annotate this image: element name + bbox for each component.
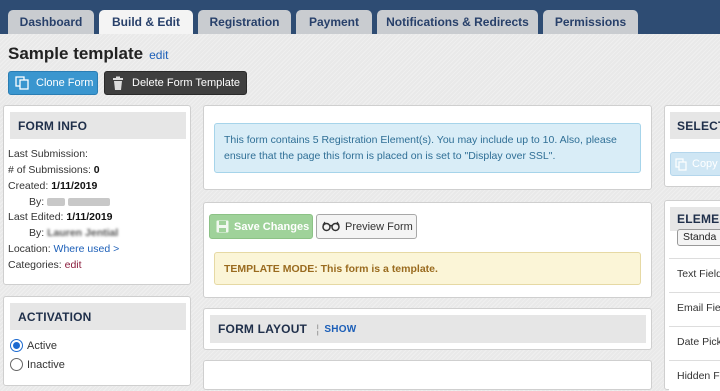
where-used-link[interactable]: Where used > — [54, 243, 120, 255]
active-radio[interactable] — [10, 339, 23, 352]
standard-dropdown[interactable]: Standa — [677, 229, 720, 246]
form-layout-show-toggle[interactable]: SHOW — [324, 324, 356, 335]
tab-build-edit[interactable]: Build & Edit — [99, 10, 193, 34]
submissions-value: 0 — [93, 164, 100, 176]
redacted-name — [47, 198, 66, 207]
glasses-icon — [322, 221, 340, 232]
select-heading: SELECT — [670, 112, 720, 139]
copy-button[interactable]: Copy — [670, 152, 720, 176]
created-label: Created: — [8, 180, 49, 192]
last-edited-value: 1/11/2019 — [66, 211, 113, 223]
categories-label: Categories: — [8, 259, 62, 271]
element-item-email-field[interactable]: Email Fie — [669, 292, 720, 323]
inactive-radio[interactable] — [10, 358, 23, 371]
preview-form-button[interactable]: Preview Form — [316, 214, 417, 239]
delete-form-template-button[interactable]: Delete Form Template — [104, 71, 247, 95]
created-line: Created: 1/11/2019 — [8, 180, 97, 192]
copy-label: Copy — [692, 158, 718, 170]
tab-registration[interactable]: Registration — [198, 10, 291, 34]
clone-form-button[interactable]: Clone Form — [8, 71, 98, 95]
element-item-text-field[interactable]: Text Field — [669, 258, 720, 289]
edited-by-label: By: — [29, 227, 45, 239]
form-layout-header: FORM LAYOUT ¦ SHOW — [210, 315, 646, 343]
save-icon — [216, 220, 229, 233]
save-changes-button[interactable]: Save Changes — [209, 214, 313, 239]
form-layout-body — [203, 360, 652, 390]
redacted-name — [68, 198, 111, 207]
created-by-label: By: — [29, 196, 45, 208]
template-mode-warning: TEMPLATE MODE: This form is a template. — [214, 252, 641, 285]
last-edited-line: Last Edited: 1/11/2019 — [8, 211, 113, 223]
element-item-date-picker[interactable]: Date Pick — [669, 326, 720, 357]
divider: ¦ — [316, 322, 320, 336]
copy-icon — [675, 157, 688, 171]
inactive-radio-label: Inactive — [27, 359, 65, 371]
elements-heading: ELEME — [670, 207, 720, 231]
created-value: 1/11/2019 — [51, 180, 98, 192]
tab-notifications-redirects[interactable]: Notifications & Redirects — [377, 10, 538, 34]
tab-permissions[interactable]: Permissions — [543, 10, 638, 34]
categories-line: Categories: edit — [8, 259, 82, 271]
delete-form-template-label: Delete Form Template — [132, 77, 241, 89]
clone-form-label: Clone Form — [36, 77, 94, 89]
preview-form-label: Preview Form — [345, 220, 413, 233]
categories-edit-link[interactable]: edit — [65, 259, 82, 271]
last-submission-line: Last Submission: — [8, 148, 88, 160]
save-changes-label: Save Changes — [234, 220, 310, 233]
tab-dashboard[interactable]: Dashboard — [8, 10, 94, 34]
last-submission-label: Last Submission: — [8, 148, 88, 160]
submissions-label: # of Submissions: — [8, 164, 91, 176]
location-label: Location: — [8, 243, 51, 255]
trash-icon — [110, 75, 126, 91]
submissions-line: # of Submissions: 0 — [8, 164, 100, 176]
element-count-notice: This form contains 5 Registration Elemen… — [214, 123, 641, 173]
edited-by-line: By: Lauren Jential — [29, 227, 118, 239]
activation-heading: ACTIVATION — [10, 303, 186, 330]
title-row: Sample template edit — [8, 44, 168, 64]
element-item-hidden-field[interactable]: Hidden F — [669, 360, 720, 391]
form-info-heading: FORM INFO — [10, 112, 186, 139]
page-title: Sample template — [8, 44, 144, 63]
location-line: Location: Where used > — [8, 243, 119, 255]
active-radio-label: Active — [27, 340, 57, 352]
form-layout-heading: FORM LAYOUT — [218, 322, 308, 336]
created-by-line: By: — [29, 196, 111, 208]
last-edited-label: Last Edited: — [8, 211, 64, 223]
clone-icon — [14, 75, 30, 91]
edited-by-value: Lauren Jential — [47, 227, 119, 239]
title-edit-link[interactable]: edit — [149, 48, 168, 62]
tab-payment[interactable]: Payment — [296, 10, 372, 34]
